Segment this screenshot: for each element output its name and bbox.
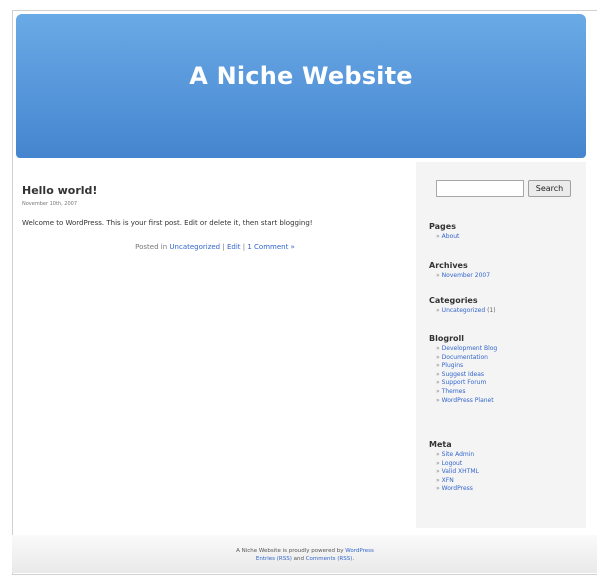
footer-entries-rss-link[interactable]: Entries (RSS) — [256, 556, 292, 562]
post-body: Welcome to WordPress. This is your first… — [22, 219, 313, 227]
site-header: A Niche Website — [16, 14, 586, 158]
bullet-icon: » — [436, 272, 440, 279]
footer-end-text: . — [352, 556, 355, 562]
sidebar-item-uncategorized[interactable]: » Uncategorized (1) — [436, 307, 496, 316]
sidebar: Search Pages » About Archives » November 2… — [416, 162, 586, 528]
bullet-icon: » — [436, 387, 440, 395]
widget-heading: Pages — [429, 222, 456, 231]
sidebar-item-about[interactable]: » About — [436, 233, 459, 242]
bullet-icon: » — [436, 396, 440, 404]
blogroll-link[interactable]: » Development Blog — [436, 345, 497, 354]
edit-link[interactable]: Edit — [227, 243, 241, 251]
category-count: (1) — [487, 307, 496, 314]
widget-heading: Archives — [429, 261, 468, 270]
main-content: Hello world! November 10th, 2007 Welcome… — [22, 184, 408, 251]
blogroll-link[interactable]: » Support Forum — [436, 379, 497, 388]
bullet-icon: » — [436, 362, 440, 370]
bullet-icon: » — [436, 468, 440, 476]
footer-powered-text: A Niche Website is proudly powered by — [236, 548, 344, 554]
bullet-icon: » — [436, 476, 440, 484]
bullet-icon: » — [436, 345, 440, 352]
bullet-icon: » — [436, 379, 440, 387]
bullet-icon: » — [436, 459, 440, 467]
bullet-icon: » — [436, 451, 440, 458]
blogroll-link[interactable]: » Suggest Ideas — [436, 371, 497, 380]
search-input[interactable] — [436, 180, 524, 197]
meta-link[interactable]: » Valid XHTML — [436, 468, 479, 477]
meta-separator: | — [242, 243, 246, 251]
site-title[interactable]: A Niche Website — [16, 62, 586, 90]
bullet-icon: » — [436, 307, 440, 314]
footer-comments-rss-link[interactable]: Comments (RSS) — [306, 556, 353, 562]
blogroll-link[interactable]: » Documentation — [436, 354, 497, 363]
footer-line-2: Entries (RSS) and Comments (RSS). — [12, 555, 597, 563]
meta-separator: | — [222, 243, 225, 251]
post-date: November 10th, 2007 — [22, 201, 77, 207]
bullet-icon: » — [436, 353, 440, 361]
meta-link[interactable]: » Logout — [436, 460, 479, 469]
meta-link[interactable]: » Site Admin — [436, 451, 479, 460]
blogroll-link[interactable]: » WordPress Planet — [436, 397, 497, 406]
meta-link[interactable]: » XFN — [436, 477, 479, 486]
site-footer: A Niche Website is proudly powered by Wo… — [12, 535, 597, 573]
bullet-icon: » — [436, 485, 440, 493]
widget-pages: Pages » About — [429, 222, 459, 242]
widget-archives: Archives » November 2007 — [429, 261, 490, 281]
post-meta: Posted in Uncategorized | Edit | 1 Comme… — [22, 243, 408, 251]
blogroll-link[interactable]: » Themes — [436, 388, 497, 397]
sidebar-item-november-2007[interactable]: » November 2007 — [436, 272, 490, 281]
widget-heading: Categories — [429, 296, 478, 305]
widget-categories: Categories » Uncategorized (1) — [429, 296, 496, 316]
category-link[interactable]: Uncategorized — [169, 243, 220, 251]
comments-link[interactable]: 1 Comment » — [247, 243, 294, 251]
blogroll-link[interactable]: » Plugins — [436, 362, 497, 371]
widget-heading: Blogroll — [429, 334, 464, 343]
footer-line-1: A Niche Website is proudly powered by Wo… — [12, 547, 597, 555]
bullet-icon: » — [436, 233, 440, 240]
posted-in-label: Posted in — [135, 243, 168, 251]
bullet-icon: » — [436, 370, 440, 378]
footer-and-text: and — [293, 556, 304, 562]
footer-wordpress-link[interactable]: WordPress — [345, 548, 374, 554]
meta-link[interactable]: » WordPress — [436, 485, 479, 494]
widget-blogroll: Blogroll » Development Blog » Documentatio… — [429, 334, 497, 405]
post-title[interactable]: Hello world! — [22, 184, 408, 197]
search-button[interactable]: Search — [528, 180, 571, 197]
widget-heading: Meta — [429, 440, 452, 449]
widget-meta: Meta » Site Admin » Logout » Valid XHTML » X… — [429, 440, 479, 494]
